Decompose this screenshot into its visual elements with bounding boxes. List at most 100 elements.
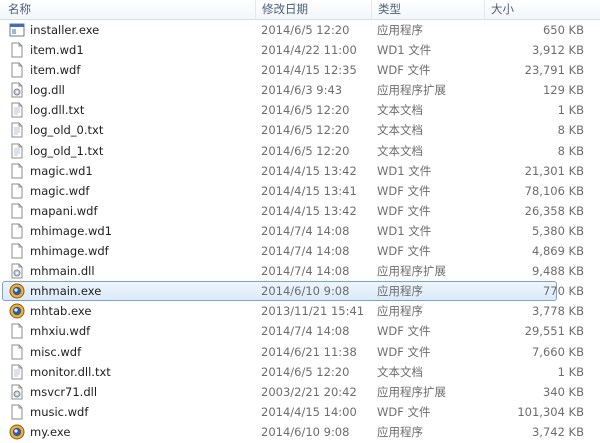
file-name: mhtab.exe bbox=[30, 304, 92, 319]
blank-file-icon bbox=[9, 183, 25, 199]
file-type: 应用程序 bbox=[377, 23, 423, 37]
file-type: WDF 文件 bbox=[377, 244, 431, 259]
file-size: 129 KB bbox=[542, 83, 584, 98]
file-row[interactable]: mhimage.wd1 2014/7/4 14:08 WD1 文件 5,380 KB bbox=[0, 221, 600, 241]
file-row[interactable]: monitor.dll.txt 2014/6/5 12:20 文本文档 1 KB bbox=[0, 362, 600, 382]
file-size: 7,660 KB bbox=[531, 344, 584, 359]
file-modified-date: 2014/6/5 12:20 bbox=[261, 143, 350, 158]
file-row[interactable]: mhxiu.wdf 2014/7/4 14:08 WDF 文件 29,551 KB bbox=[0, 321, 600, 341]
blank-file-icon bbox=[9, 404, 25, 420]
file-size: 26,358 KB bbox=[524, 203, 584, 218]
file-size: 3,742 KB bbox=[531, 424, 584, 439]
file-modified-date: 2014/7/4 14:08 bbox=[261, 264, 350, 279]
text-file-icon bbox=[9, 102, 25, 118]
file-type: 文本文档 bbox=[377, 364, 423, 379]
file-name: log_old_1.txt bbox=[30, 143, 104, 158]
file-row[interactable]: log_old_0.txt 2014/6/5 12:20 文本文档 8 KB bbox=[0, 120, 600, 140]
file-name: item.wdf bbox=[30, 63, 81, 78]
file-row[interactable]: mapani.wdf 2014/4/15 13:42 WDF 文件 26,358 KB bbox=[0, 201, 600, 221]
file-row[interactable]: item.wd1 2014/4/22 11:00 WD1 文件 3,912 KB bbox=[0, 40, 600, 60]
text-file-icon bbox=[9, 364, 25, 380]
file-row[interactable]: msvcr71.dll 2003/2/21 20:42 应用程序扩展 340 KB bbox=[0, 382, 600, 402]
file-row[interactable]: music.wdf 2014/4/15 14:00 WDF 文件 101,304 KB bbox=[0, 402, 600, 422]
dll-gear-icon bbox=[9, 384, 25, 400]
file-size: 770 KB bbox=[542, 284, 584, 299]
column-header-type[interactable]: 类型 bbox=[371, 0, 484, 20]
file-modified-date: 2014/4/15 12:35 bbox=[261, 63, 357, 78]
file-type: WDF 文件 bbox=[377, 63, 431, 78]
file-row[interactable]: log.dll 2014/6/3 9:43 应用程序扩展 129 KB bbox=[0, 80, 600, 100]
column-header-date[interactable]: 修改日期 bbox=[255, 0, 371, 20]
file-size: 8 KB bbox=[557, 123, 584, 138]
file-modified-date: 2014/6/21 11:38 bbox=[261, 344, 357, 359]
file-name: magic.wd1 bbox=[30, 163, 93, 178]
file-name: mapani.wdf bbox=[30, 203, 98, 218]
file-row[interactable]: mhmain.dll 2014/7/4 14:08 应用程序扩展 9,488 KB bbox=[0, 261, 600, 281]
file-type: WD1 文件 bbox=[377, 43, 432, 58]
file-modified-date: 2014/4/15 13:42 bbox=[261, 163, 357, 178]
file-type: WDF 文件 bbox=[377, 203, 431, 218]
file-row[interactable]: mhimage.wdf 2014/7/4 14:08 WDF 文件 4,869 KB bbox=[0, 241, 600, 261]
file-row[interactable]: misc.wdf 2014/6/21 11:38 WDF 文件 7,660 KB bbox=[0, 342, 600, 362]
file-modified-date: 2014/7/4 14:08 bbox=[261, 244, 350, 259]
file-modified-date: 2014/6/3 9:43 bbox=[261, 83, 343, 98]
file-size: 8 KB bbox=[557, 143, 584, 158]
file-name: mhimage.wd1 bbox=[30, 223, 112, 238]
file-name: log.dll.txt bbox=[30, 103, 85, 118]
game-app-icon bbox=[9, 283, 25, 299]
blank-file-icon bbox=[9, 344, 25, 360]
game-app-icon bbox=[9, 424, 25, 440]
file-size: 1 KB bbox=[557, 364, 584, 379]
file-row[interactable]: item.wdf 2014/4/15 12:35 WDF 文件 23,791 KB bbox=[0, 60, 600, 80]
file-modified-date: 2014/7/4 14:08 bbox=[261, 324, 350, 339]
file-type: 文本文档 bbox=[377, 143, 423, 158]
file-type: WDF 文件 bbox=[377, 344, 431, 359]
file-row[interactable]: magic.wd1 2014/4/15 13:42 WD1 文件 21,301 KB bbox=[0, 161, 600, 181]
file-name: mhmain.exe bbox=[30, 284, 102, 299]
file-name: mhxiu.wdf bbox=[30, 324, 91, 339]
file-row[interactable]: installer.exe 2014/6/5 12:20 应用程序 650 KB bbox=[0, 20, 600, 40]
file-row[interactable]: mhmain.exe 2014/6/10 9:08 应用程序 770 KB bbox=[0, 281, 600, 302]
file-name: mhimage.wdf bbox=[30, 244, 109, 259]
file-modified-date: 2014/6/5 12:20 bbox=[261, 23, 350, 37]
file-list: installer.exe 2014/6/5 12:20 应用程序 650 KB ite… bbox=[0, 20, 600, 442]
file-name: installer.exe bbox=[30, 23, 100, 37]
blank-file-icon bbox=[9, 203, 25, 219]
file-type: 应用程序扩展 bbox=[377, 83, 446, 98]
dll-gear-icon bbox=[9, 263, 25, 279]
file-type: WD1 文件 bbox=[377, 163, 432, 178]
file-row[interactable]: my.exe 2014/6/10 9:08 应用程序 3,742 KB bbox=[0, 422, 600, 442]
file-size: 3,778 KB bbox=[531, 304, 584, 319]
file-name: msvcr71.dll bbox=[30, 384, 98, 399]
file-modified-date: 2003/2/21 20:42 bbox=[261, 384, 357, 399]
file-type: 应用程序扩展 bbox=[377, 384, 446, 399]
blank-file-icon bbox=[9, 163, 25, 179]
blank-file-icon bbox=[9, 223, 25, 239]
file-name: mhmain.dll bbox=[30, 264, 95, 279]
column-header-name[interactable]: 名称 bbox=[2, 0, 256, 20]
file-row[interactable]: log.dll.txt 2014/6/5 12:20 文本文档 1 KB bbox=[0, 100, 600, 120]
file-row[interactable]: mhtab.exe 2013/11/21 15:41 应用程序 3,778 KB bbox=[0, 301, 600, 321]
file-modified-date: 2014/6/10 9:08 bbox=[261, 284, 350, 299]
file-row[interactable]: magic.wdf 2014/4/15 13:41 WDF 文件 78,106 KB bbox=[0, 181, 600, 201]
file-size: 9,488 KB bbox=[531, 264, 584, 279]
file-type: 文本文档 bbox=[377, 123, 423, 138]
file-size: 29,551 KB bbox=[524, 324, 584, 339]
blank-file-icon bbox=[9, 62, 25, 78]
dll-gear-icon bbox=[9, 82, 25, 98]
file-size: 340 KB bbox=[542, 384, 584, 399]
column-header-size[interactable]: 大小 bbox=[484, 0, 600, 20]
file-name: monitor.dll.txt bbox=[30, 364, 111, 379]
file-modified-date: 2014/6/5 12:20 bbox=[261, 103, 350, 118]
file-row[interactable]: log_old_1.txt 2014/6/5 12:20 文本文档 8 KB bbox=[0, 141, 600, 161]
file-type: 应用程序 bbox=[377, 304, 423, 319]
app-window-icon bbox=[9, 22, 25, 38]
file-size: 101,304 KB bbox=[517, 404, 584, 419]
file-size: 650 KB bbox=[542, 23, 584, 37]
file-type: 文本文档 bbox=[377, 103, 423, 118]
file-type: 应用程序扩展 bbox=[377, 264, 446, 279]
file-modified-date: 2014/6/5 12:20 bbox=[261, 364, 350, 379]
file-name: magic.wdf bbox=[30, 183, 90, 198]
file-size: 21,301 KB bbox=[524, 163, 584, 178]
text-file-icon bbox=[9, 143, 25, 159]
